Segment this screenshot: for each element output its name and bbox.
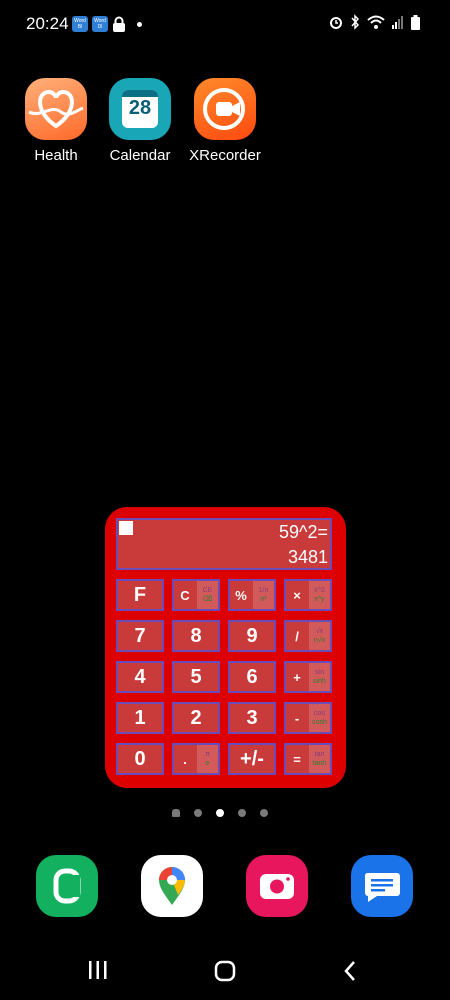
key-0[interactable]: 0: [116, 743, 164, 775]
messages-icon: [364, 873, 400, 902]
home-button[interactable]: [214, 960, 236, 982]
app-label: Health: [34, 147, 78, 164]
app-xrecorder[interactable]: XRecorder: [182, 78, 268, 164]
dock-phone[interactable]: [36, 855, 98, 917]
app-label: XRecorder: [189, 147, 261, 164]
signal-icon: [392, 16, 403, 29]
key-plus-secondary: sin sinh: [309, 663, 330, 691]
key-4[interactable]: 4: [116, 661, 164, 693]
key-clear[interactable]: C CE ⌫: [172, 579, 220, 611]
calendar-icon: 28: [109, 78, 171, 140]
status-bar: 20:24 Word Bl Word Dl: [0, 0, 450, 50]
phone-icon: [53, 868, 81, 904]
page-dot-active[interactable]: [216, 809, 224, 817]
key-3[interactable]: 3: [228, 702, 276, 734]
key-percent[interactable]: % 1/n n²: [228, 579, 276, 611]
key-2[interactable]: 2: [172, 702, 220, 734]
system-icons: [329, 14, 420, 30]
key-9[interactable]: 9: [228, 620, 276, 652]
key-plus[interactable]: + sin sinh: [284, 661, 332, 693]
key-multiply[interactable]: × x^2 x^y: [284, 579, 332, 611]
dock-camera[interactable]: [246, 855, 308, 917]
key-percent-secondary: 1/n n²: [253, 581, 274, 609]
key-1[interactable]: 1: [116, 702, 164, 734]
alarm-icon: [330, 17, 342, 29]
calculator-result: 3481: [287, 547, 328, 567]
lock-icon: [113, 16, 125, 32]
key-decimal-secondary: πe: [197, 745, 218, 773]
key-7[interactable]: 7: [116, 620, 164, 652]
calculator-expression: 59^2=: [279, 522, 328, 542]
key-plus-minus[interactable]: +/-: [228, 743, 276, 775]
key-minus-secondary: cos cosh: [309, 704, 330, 732]
home-page-dot[interactable]: [172, 809, 180, 817]
navigation-bar: [0, 940, 450, 1000]
more-notifications-dot: [137, 22, 142, 27]
key-equals-secondary: tan tanh: [309, 745, 330, 773]
battery-icon: [411, 14, 420, 30]
maps-icon: [159, 867, 185, 905]
key-divide-secondary: √x n√x: [309, 622, 330, 650]
calendar-date: 28: [128, 97, 152, 119]
page-dot[interactable]: [238, 809, 246, 817]
xrecorder-icon: [194, 78, 256, 140]
key-divide[interactable]: / √x n√x: [284, 620, 332, 652]
health-icon: [25, 78, 87, 140]
recents-button[interactable]: [88, 960, 108, 980]
word-notification-icon-2: Word Dl: [92, 16, 108, 32]
bluetooth-icon: [351, 14, 360, 30]
dock-maps[interactable]: [141, 855, 203, 917]
key-multiply-secondary: x^2 x^y: [309, 581, 330, 609]
app-label: Calendar: [109, 147, 171, 164]
page-indicator[interactable]: [172, 808, 278, 818]
key-f[interactable]: F: [116, 579, 164, 611]
key-5[interactable]: 5: [172, 661, 220, 693]
camera-icon: [260, 874, 294, 899]
page-dot[interactable]: [194, 809, 202, 817]
app-health[interactable]: Health: [13, 78, 99, 164]
key-6[interactable]: 6: [228, 661, 276, 693]
app-calendar[interactable]: 28 Calendar: [97, 78, 183, 164]
page-dot[interactable]: [260, 809, 268, 817]
key-equals[interactable]: = tan tanh: [284, 743, 332, 775]
status-time: 20:24: [26, 14, 69, 33]
checkbox[interactable]: [119, 521, 133, 535]
word-notification-icon: Word Bl: [72, 16, 88, 32]
calculator-widget: 59^2= 3481 F C CE ⌫ % 1/n n² × x^2 x^y 7 8 …: [105, 507, 346, 788]
calculator-display: 59^2= 3481: [116, 518, 332, 570]
back-button[interactable]: [343, 960, 357, 982]
key-8[interactable]: 8: [172, 620, 220, 652]
wifi-icon: [367, 15, 385, 29]
key-clear-secondary: CE ⌫: [197, 581, 218, 609]
key-minus[interactable]: - cos cosh: [284, 702, 332, 734]
dock-messages[interactable]: [351, 855, 413, 917]
key-decimal[interactable]: . πe: [172, 743, 220, 775]
